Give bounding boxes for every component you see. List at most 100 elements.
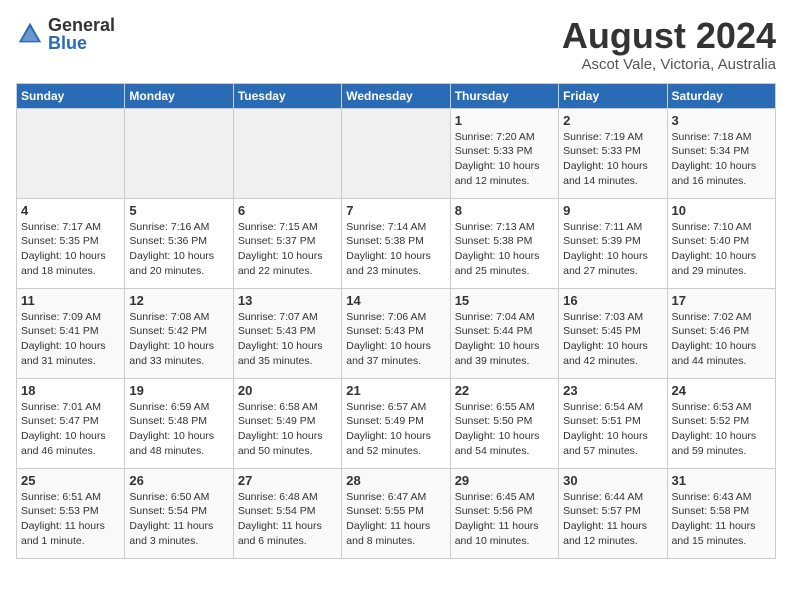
day-info: Sunrise: 7:20 AM Sunset: 5:33 PM Dayligh… <box>455 130 554 189</box>
calendar-cell: 17 Sunrise: 7:02 AM Sunset: 5:46 PM Dayli… <box>667 288 775 378</box>
day-number: 28 <box>346 473 445 488</box>
calendar-cell: 5 Sunrise: 7:16 AM Sunset: 5:36 PM Daylig… <box>125 198 233 288</box>
day-info: Sunrise: 6:51 AM Sunset: 5:53 PM Dayligh… <box>21 490 120 549</box>
calendar-cell: 29 Sunrise: 6:45 AM Sunset: 5:56 PM Dayli… <box>450 468 558 558</box>
day-info: Sunrise: 7:18 AM Sunset: 5:34 PM Dayligh… <box>672 130 771 189</box>
day-info: Sunrise: 6:44 AM Sunset: 5:57 PM Dayligh… <box>563 490 662 549</box>
day-info: Sunrise: 7:04 AM Sunset: 5:44 PM Dayligh… <box>455 310 554 369</box>
calendar-cell: 20 Sunrise: 6:58 AM Sunset: 5:49 PM Dayli… <box>233 378 341 468</box>
day-info: Sunrise: 6:43 AM Sunset: 5:58 PM Dayligh… <box>672 490 771 549</box>
calendar-cell: 8 Sunrise: 7:13 AM Sunset: 5:38 PM Daylig… <box>450 198 558 288</box>
day-info: Sunrise: 7:13 AM Sunset: 5:38 PM Dayligh… <box>455 220 554 279</box>
calendar-cell: 26Sunrise: 6:50 AM Sunset: 5:54 PM Dayli… <box>125 468 233 558</box>
day-info: Sunrise: 7:03 AM Sunset: 5:45 PM Dayligh… <box>563 310 662 369</box>
calendar-cell: 14 Sunrise: 7:06 AM Sunset: 5:43 PM Dayli… <box>342 288 450 378</box>
logo-general-text: General <box>48 16 115 34</box>
day-info: Sunrise: 7:10 AM Sunset: 5:40 PM Dayligh… <box>672 220 771 279</box>
day-info: Sunrise: 7:17 AM Sunset: 5:35 PM Dayligh… <box>21 220 120 279</box>
day-info: Sunrise: 6:45 AM Sunset: 5:56 PM Dayligh… <box>455 490 554 549</box>
column-header-friday: Friday <box>559 83 667 108</box>
day-number: 11 <box>21 293 120 308</box>
calendar-cell: 9 Sunrise: 7:11 AM Sunset: 5:39 PM Daylig… <box>559 198 667 288</box>
day-info: Sunrise: 7:06 AM Sunset: 5:43 PM Dayligh… <box>346 310 445 369</box>
day-info: Sunrise: 7:09 AM Sunset: 5:41 PM Dayligh… <box>21 310 120 369</box>
day-info: Sunrise: 7:02 AM Sunset: 5:46 PM Dayligh… <box>672 310 771 369</box>
location-subtitle: Ascot Vale, Victoria, Australia <box>562 56 776 73</box>
day-info: Sunrise: 6:48 AM Sunset: 5:54 PM Dayligh… <box>238 490 337 549</box>
calendar-cell: 24 Sunrise: 6:53 AM Sunset: 5:52 PM Dayli… <box>667 378 775 468</box>
day-info: Sunrise: 7:14 AM Sunset: 5:38 PM Dayligh… <box>346 220 445 279</box>
day-info: Sunrise: 7:08 AM Sunset: 5:42 PM Dayligh… <box>129 310 228 369</box>
calendar-cell: 23Sunrise: 6:54 AM Sunset: 5:51 PM Dayli… <box>559 378 667 468</box>
calendar-header-row: SundayMondayTuesdayWednesdayThursdayFrid… <box>17 83 776 108</box>
day-number: 13 <box>238 293 337 308</box>
day-number: 31 <box>672 473 771 488</box>
calendar-cell: 4Sunrise: 7:17 AM Sunset: 5:35 PM Daylig… <box>17 198 125 288</box>
column-header-wednesday: Wednesday <box>342 83 450 108</box>
day-number: 8 <box>455 203 554 218</box>
calendar-cell <box>17 108 125 198</box>
calendar-cell: 25 Sunrise: 6:51 AM Sunset: 5:53 PM Dayli… <box>17 468 125 558</box>
calendar-cell: 7 Sunrise: 7:14 AM Sunset: 5:38 PM Daylig… <box>342 198 450 288</box>
day-info: Sunrise: 7:15 AM Sunset: 5:37 PM Dayligh… <box>238 220 337 279</box>
logo: General Blue <box>16 16 115 52</box>
calendar-week-1: 1 Sunrise: 7:20 AM Sunset: 5:33 PM Daylig… <box>17 108 776 198</box>
column-header-saturday: Saturday <box>667 83 775 108</box>
day-info: Sunrise: 6:53 AM Sunset: 5:52 PM Dayligh… <box>672 400 771 459</box>
day-number: 25 <box>21 473 120 488</box>
month-year-title: August 2024 <box>562 16 776 56</box>
day-info: Sunrise: 6:58 AM Sunset: 5:49 PM Dayligh… <box>238 400 337 459</box>
calendar-cell: 19Sunrise: 6:59 AM Sunset: 5:48 PM Dayli… <box>125 378 233 468</box>
day-number: 3 <box>672 113 771 128</box>
day-number: 20 <box>238 383 337 398</box>
day-number: 17 <box>672 293 771 308</box>
calendar-cell <box>125 108 233 198</box>
calendar-table: SundayMondayTuesdayWednesdayThursdayFrid… <box>16 83 776 559</box>
calendar-cell <box>233 108 341 198</box>
calendar-cell: 22Sunrise: 6:55 AM Sunset: 5:50 PM Dayli… <box>450 378 558 468</box>
calendar-cell: 27 Sunrise: 6:48 AM Sunset: 5:54 PM Dayli… <box>233 468 341 558</box>
calendar-cell: 10 Sunrise: 7:10 AM Sunset: 5:40 PM Dayli… <box>667 198 775 288</box>
day-number: 19 <box>129 383 228 398</box>
calendar-cell: 16 Sunrise: 7:03 AM Sunset: 5:45 PM Dayli… <box>559 288 667 378</box>
calendar-cell: 30 Sunrise: 6:44 AM Sunset: 5:57 PM Dayli… <box>559 468 667 558</box>
calendar-cell: 18Sunrise: 7:01 AM Sunset: 5:47 PM Dayli… <box>17 378 125 468</box>
day-number: 29 <box>455 473 554 488</box>
day-info: Sunrise: 7:01 AM Sunset: 5:47 PM Dayligh… <box>21 400 120 459</box>
day-number: 27 <box>238 473 337 488</box>
day-number: 24 <box>672 383 771 398</box>
column-header-tuesday: Tuesday <box>233 83 341 108</box>
page-header: General Blue August 2024 Ascot Vale, Vic… <box>16 16 776 73</box>
column-header-sunday: Sunday <box>17 83 125 108</box>
day-number: 6 <box>238 203 337 218</box>
calendar-week-5: 25 Sunrise: 6:51 AM Sunset: 5:53 PM Dayli… <box>17 468 776 558</box>
day-info: Sunrise: 7:16 AM Sunset: 5:36 PM Dayligh… <box>129 220 228 279</box>
column-header-thursday: Thursday <box>450 83 558 108</box>
day-number: 30 <box>563 473 662 488</box>
day-number: 16 <box>563 293 662 308</box>
day-number: 10 <box>672 203 771 218</box>
day-info: Sunrise: 6:47 AM Sunset: 5:55 PM Dayligh… <box>346 490 445 549</box>
day-info: Sunrise: 7:19 AM Sunset: 5:33 PM Dayligh… <box>563 130 662 189</box>
calendar-cell: 15 Sunrise: 7:04 AM Sunset: 5:44 PM Dayli… <box>450 288 558 378</box>
day-number: 14 <box>346 293 445 308</box>
day-number: 7 <box>346 203 445 218</box>
day-info: Sunrise: 7:11 AM Sunset: 5:39 PM Dayligh… <box>563 220 662 279</box>
day-number: 15 <box>455 293 554 308</box>
calendar-week-3: 11 Sunrise: 7:09 AM Sunset: 5:41 PM Dayli… <box>17 288 776 378</box>
calendar-cell: 31 Sunrise: 6:43 AM Sunset: 5:58 PM Dayli… <box>667 468 775 558</box>
day-number: 5 <box>129 203 228 218</box>
calendar-cell: 1 Sunrise: 7:20 AM Sunset: 5:33 PM Daylig… <box>450 108 558 198</box>
day-number: 9 <box>563 203 662 218</box>
day-number: 22 <box>455 383 554 398</box>
day-number: 2 <box>563 113 662 128</box>
title-area: August 2024 Ascot Vale, Victoria, Austra… <box>562 16 776 73</box>
calendar-cell: 2 Sunrise: 7:19 AM Sunset: 5:33 PM Daylig… <box>559 108 667 198</box>
calendar-cell <box>342 108 450 198</box>
day-info: Sunrise: 6:57 AM Sunset: 5:49 PM Dayligh… <box>346 400 445 459</box>
calendar-week-4: 18Sunrise: 7:01 AM Sunset: 5:47 PM Dayli… <box>17 378 776 468</box>
day-info: Sunrise: 7:07 AM Sunset: 5:43 PM Dayligh… <box>238 310 337 369</box>
calendar-week-2: 4Sunrise: 7:17 AM Sunset: 5:35 PM Daylig… <box>17 198 776 288</box>
calendar-cell: 11 Sunrise: 7:09 AM Sunset: 5:41 PM Dayli… <box>17 288 125 378</box>
day-number: 1 <box>455 113 554 128</box>
